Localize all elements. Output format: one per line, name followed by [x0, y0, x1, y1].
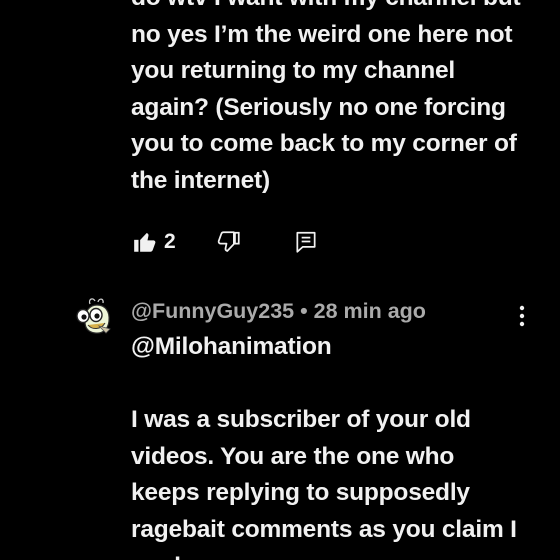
like-icon[interactable] [132, 229, 158, 255]
meta-separator: • [294, 299, 314, 323]
like-count: 2 [164, 230, 176, 253]
author-name[interactable]: @FunnyGuy235 [131, 299, 294, 323]
reply-icon[interactable] [293, 229, 319, 255]
avatar[interactable] [76, 296, 114, 336]
comment-body: do wtv I want with my channel but no yes… [131, 0, 521, 194]
dislike-icon[interactable] [216, 229, 242, 255]
more-icon[interactable] [511, 304, 533, 330]
comment-actions: 2 [131, 228, 319, 256]
comment-thread: do wtv I want with my channel but no yes… [0, 0, 560, 560]
comment-meta: @FunnyGuy235 • 28 min ago [131, 299, 426, 324]
comment-body: @Milohanimation I was a subscriber of yo… [131, 333, 517, 560]
comment-timestamp: 28 min ago [313, 299, 426, 323]
